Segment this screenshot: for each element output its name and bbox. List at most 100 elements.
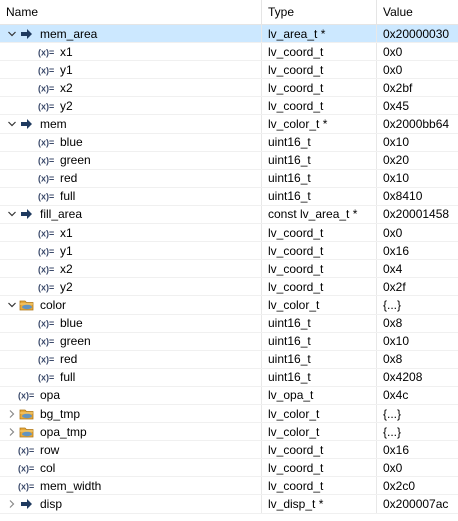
tree-row[interactable]: (x)= x2 lv_coord_t 0x2bf bbox=[0, 79, 458, 98]
value-cell[interactable]: 0x45 bbox=[377, 97, 458, 114]
tree-row[interactable]: (x)= x1 lv_coord_t 0x0 bbox=[0, 43, 458, 62]
pointer-arrow-icon bbox=[18, 497, 36, 511]
variable-name: color bbox=[40, 297, 67, 312]
value-cell[interactable]: 0x0 bbox=[377, 224, 458, 241]
tree-row[interactable]: (x)= blue uint16_t 0x10 bbox=[0, 133, 458, 152]
tree-row[interactable]: (x)= row lv_coord_t 0x16 bbox=[0, 441, 458, 460]
variable-icon: (x)= bbox=[38, 45, 56, 59]
variables-tree: mem_area lv_area_t * 0x20000030 (x)= x1 lv_co… bbox=[0, 25, 458, 514]
tree-row[interactable]: (x)= green uint16_t 0x10 bbox=[0, 332, 458, 351]
variable-name: red bbox=[60, 171, 78, 186]
variable-icon: (x)= bbox=[38, 352, 56, 366]
chevron-down-icon[interactable] bbox=[6, 28, 18, 40]
tree-row[interactable]: (x)= y2 lv_coord_t 0x45 bbox=[0, 97, 458, 116]
value-cell[interactable]: 0x10 bbox=[377, 134, 458, 151]
value-cell[interactable]: 0x4208 bbox=[377, 369, 458, 386]
tree-row[interactable]: (x)= full uint16_t 0x8410 bbox=[0, 187, 458, 206]
type-cell: uint16_t bbox=[262, 151, 377, 169]
chevron-right-icon[interactable] bbox=[6, 426, 18, 438]
tree-row[interactable]: (x)= red uint16_t 0x10 bbox=[0, 169, 458, 188]
name-cell: mem_area bbox=[0, 25, 262, 43]
type-cell: lv_color_t * bbox=[262, 115, 377, 133]
value-cell[interactable]: 0x20 bbox=[377, 152, 458, 169]
tree-row[interactable]: (x)= full uint16_t 0x4208 bbox=[0, 368, 458, 387]
struct-icon bbox=[18, 407, 36, 421]
value-cell[interactable]: 0x20001458 bbox=[377, 206, 458, 223]
tree-row[interactable]: (x)= col lv_coord_t 0x0 bbox=[0, 459, 458, 478]
tree-row[interactable]: (x)= x1 lv_coord_t 0x0 bbox=[0, 224, 458, 243]
value-cell[interactable]: 0x10 bbox=[377, 333, 458, 350]
tree-row[interactable]: color lv_color_t {...} bbox=[0, 296, 458, 315]
value-cell[interactable]: 0x4c bbox=[377, 387, 458, 404]
variable-name: full bbox=[60, 370, 76, 385]
variable-name: blue bbox=[60, 135, 83, 150]
column-header-value[interactable]: Value bbox=[377, 0, 458, 24]
variable-name: y1 bbox=[60, 243, 73, 258]
tree-row[interactable]: (x)= opa lv_opa_t 0x4c bbox=[0, 386, 458, 405]
value-cell[interactable]: 0x0 bbox=[377, 459, 458, 476]
value-cell[interactable]: 0x2bf bbox=[377, 79, 458, 96]
value-cell[interactable]: {...} bbox=[377, 423, 458, 440]
tree-row[interactable]: (x)= y2 lv_coord_t 0x2f bbox=[0, 278, 458, 297]
value-cell[interactable]: 0x8410 bbox=[377, 188, 458, 205]
value-cell[interactable]: 0x10 bbox=[377, 170, 458, 187]
name-cell: (x)= blue bbox=[0, 133, 262, 151]
type-cell: uint16_t bbox=[262, 350, 377, 368]
svg-text:(x)=: (x)= bbox=[38, 319, 54, 329]
svg-text:(x)=: (x)= bbox=[38, 156, 54, 166]
tree-row[interactable]: opa_tmp lv_color_t {...} bbox=[0, 423, 458, 442]
type-cell: lv_coord_t bbox=[262, 441, 377, 459]
type-cell: uint16_t bbox=[262, 133, 377, 151]
value-cell[interactable]: {...} bbox=[377, 405, 458, 422]
chevron-right-icon[interactable] bbox=[6, 408, 18, 420]
value-cell[interactable]: {...} bbox=[377, 296, 458, 313]
variable-icon: (x)= bbox=[18, 388, 36, 402]
tree-row[interactable]: mem lv_color_t * 0x2000bb64 bbox=[0, 115, 458, 134]
variable-icon: (x)= bbox=[38, 244, 56, 258]
value-cell[interactable]: 0x2000bb64 bbox=[377, 115, 458, 132]
type-cell: lv_coord_t bbox=[262, 79, 377, 97]
no-expander bbox=[6, 462, 18, 474]
tree-row[interactable]: disp lv_disp_t * 0x200007ac bbox=[0, 495, 458, 514]
tree-row[interactable]: (x)= y1 lv_coord_t 0x0 bbox=[0, 61, 458, 80]
column-header-type[interactable]: Type bbox=[262, 0, 377, 24]
value-cell[interactable]: 0x200007ac bbox=[377, 495, 458, 512]
value-cell[interactable]: 0x0 bbox=[377, 43, 458, 60]
tree-row[interactable]: (x)= mem_width lv_coord_t 0x2c0 bbox=[0, 477, 458, 496]
tree-row[interactable]: (x)= red uint16_t 0x8 bbox=[0, 350, 458, 369]
value-cell[interactable]: 0x16 bbox=[377, 242, 458, 259]
column-header-name[interactable]: Name bbox=[0, 0, 262, 24]
tree-row[interactable]: (x)= green uint16_t 0x20 bbox=[0, 151, 458, 170]
type-cell: lv_opa_t bbox=[262, 386, 377, 404]
tree-row[interactable]: mem_area lv_area_t * 0x20000030 bbox=[0, 25, 458, 44]
chevron-down-icon[interactable] bbox=[6, 118, 18, 130]
value-cell[interactable]: 0x2c0 bbox=[377, 477, 458, 494]
type-cell: lv_color_t bbox=[262, 423, 377, 441]
type-cell: uint16_t bbox=[262, 368, 377, 386]
variable-name: col bbox=[40, 460, 56, 475]
tree-row[interactable]: bg_tmp lv_color_t {...} bbox=[0, 404, 458, 424]
variable-name: opa bbox=[40, 388, 61, 403]
tree-row[interactable]: (x)= y1 lv_coord_t 0x16 bbox=[0, 242, 458, 261]
name-cell: opa_tmp bbox=[0, 423, 262, 441]
value-cell[interactable]: 0x8 bbox=[377, 315, 458, 332]
value-cell[interactable]: 0x4 bbox=[377, 260, 458, 277]
variable-icon: (x)= bbox=[38, 226, 56, 240]
variable-icon: (x)= bbox=[38, 63, 56, 77]
tree-row[interactable]: fill_area const lv_area_t * 0x20001458 bbox=[0, 205, 458, 225]
column-header: Name Type Value bbox=[0, 0, 458, 25]
chevron-right-icon[interactable] bbox=[6, 498, 18, 510]
value-cell[interactable]: 0x0 bbox=[377, 61, 458, 78]
tree-row[interactable]: (x)= blue uint16_t 0x8 bbox=[0, 314, 458, 333]
variable-icon: (x)= bbox=[38, 280, 56, 294]
svg-text:(x)=: (x)= bbox=[38, 373, 54, 383]
pointer-arrow-icon bbox=[18, 117, 36, 131]
chevron-down-icon[interactable] bbox=[6, 208, 18, 220]
tree-row[interactable]: (x)= x2 lv_coord_t 0x4 bbox=[0, 260, 458, 279]
value-cell[interactable]: 0x8 bbox=[377, 351, 458, 368]
value-cell[interactable]: 0x16 bbox=[377, 441, 458, 458]
name-cell: (x)= y2 bbox=[0, 278, 262, 296]
value-cell[interactable]: 0x20000030 bbox=[377, 25, 458, 42]
value-cell[interactable]: 0x2f bbox=[377, 278, 458, 295]
chevron-down-icon[interactable] bbox=[6, 299, 18, 311]
